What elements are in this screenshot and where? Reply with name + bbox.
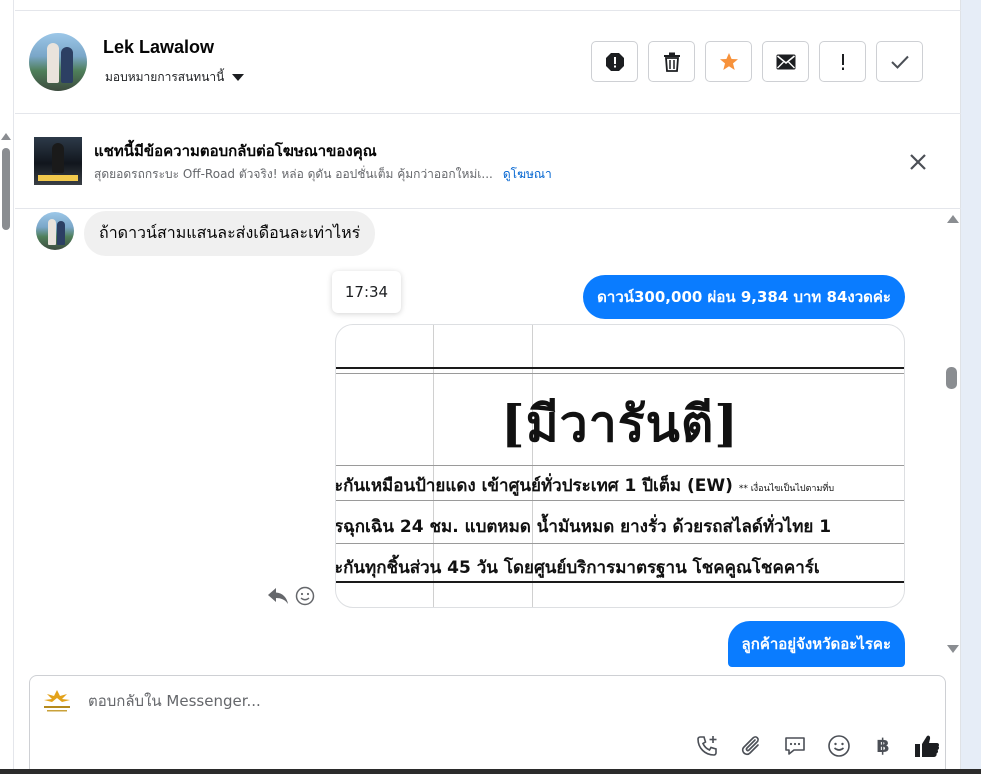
ad-thumbnail[interactable] — [34, 137, 82, 185]
action-toolbar — [591, 41, 923, 82]
image-text-line: ะกันเหมือนป้ายแดง เข้าศูนย์ทั่วประเทศ 1 … — [335, 472, 835, 499]
call-button[interactable] — [692, 732, 722, 760]
mark-unread-button[interactable] — [762, 41, 809, 82]
table-rule — [336, 465, 904, 466]
page-logo-icon — [44, 690, 70, 712]
view-ad-link[interactable]: ดูโฆษณา — [503, 167, 552, 181]
sender-avatar[interactable] — [36, 212, 74, 250]
conversation-header: Lek Lawalow มอบหมายการสนทนานี้ — [15, 10, 961, 114]
emoji-react-icon[interactable] — [295, 586, 315, 606]
exclamation-icon — [841, 53, 844, 70]
outgoing-message[interactable]: ดาวน์300,000 ผ่อน 9,384 บาท 84งวดค่ะ — [583, 275, 905, 319]
message-thread[interactable]: ถ้าดาวน์สามแสนละส่งเดือนละเท่าไหร่ 17:34… — [15, 209, 961, 667]
scrollbar-thumb[interactable] — [2, 148, 10, 230]
image-text-line-2: รฉุกเฉิน 24 ชม. แบตหมด น้ำมันหมด ยางรั่ว… — [335, 517, 832, 537]
left-scrollbar[interactable] — [0, 0, 14, 774]
ad-banner-title: แชทนี้มีข้อความตอบกลับต่อโฆษณาของคุณ — [94, 142, 377, 160]
like-button[interactable] — [912, 732, 942, 760]
baht-icon: ฿ — [876, 735, 890, 757]
image-heading: [มีวารันตี] — [501, 394, 739, 453]
assign-conversation-dropdown[interactable]: มอบหมายการสนทนานี้ — [105, 68, 245, 87]
table-divider — [433, 583, 434, 607]
reply-composer: ฿ — [29, 675, 946, 774]
image-text-note: ** เงื่อนไขเป็นไปตามที่บ — [738, 484, 835, 494]
scrollbar-thumb[interactable] — [946, 367, 957, 389]
phone-plus-icon — [697, 736, 717, 756]
assign-label: มอบหมายการสนทนานี้ — [105, 70, 225, 84]
envelope-icon — [776, 54, 795, 69]
contact-avatar[interactable] — [29, 33, 87, 91]
table-rule — [336, 581, 904, 583]
caret-down-icon — [232, 74, 245, 81]
alert-octagon-icon — [605, 52, 624, 71]
star-icon — [719, 52, 738, 70]
delete-button[interactable] — [648, 41, 695, 82]
table-rule — [336, 373, 904, 374]
smiley-icon — [828, 735, 850, 757]
message-actions — [267, 586, 315, 606]
ad-description-text: สุดยอดรถกระบะ Off-Road ตัวจริง! หล่อ ดุด… — [94, 167, 493, 181]
thumbs-up-icon — [915, 735, 940, 757]
inbox-conversation-panel: Lek Lawalow มอบหมายการสนทนานี้ แชทนี้มีข… — [0, 0, 981, 774]
incoming-message[interactable]: ถ้าดาวน์สามแสนละส่งเดือนละเท่าไหร่ — [84, 211, 376, 256]
paperclip-icon — [741, 736, 759, 756]
taskbar-edge — [0, 769, 981, 774]
reply-icon[interactable] — [267, 587, 289, 605]
emoji-button[interactable] — [824, 732, 854, 760]
contact-name[interactable]: Lek Lawalow — [103, 37, 214, 58]
table-rule — [336, 500, 904, 501]
outgoing-message[interactable]: ลูกค้าอยู่จังหวัดอะไรคะ — [727, 621, 905, 667]
outgoing-image-message[interactable]: [มีวารันตี] ะกันเหมือนป้ายแดง เข้าศูนย์ท… — [335, 324, 905, 608]
trash-icon — [663, 52, 680, 72]
thread-scrollbar[interactable] — [943, 209, 961, 667]
image-text-line-3: ะกันทุกชิ้นส่วน 45 วัน โดยศูนย์บริการมาต… — [335, 558, 820, 578]
right-panel-edge — [961, 0, 981, 774]
scroll-up-arrow-icon[interactable] — [947, 215, 959, 223]
ad-banner-description: สุดยอดรถกระบะ Off-Road ตัวจริง! หล่อ ดุด… — [94, 165, 552, 184]
check-icon — [890, 55, 909, 69]
reply-input[interactable] — [88, 692, 688, 710]
mark-done-button[interactable] — [876, 41, 923, 82]
composer-toolbar: ฿ — [692, 732, 942, 760]
attach-button[interactable] — [736, 732, 766, 760]
star-button[interactable] — [705, 41, 752, 82]
follow-up-button[interactable] — [819, 41, 866, 82]
table-rule — [336, 543, 904, 544]
spam-button[interactable] — [591, 41, 638, 82]
ad-reply-banner: แชทนี้มีข้อความตอบกลับต่อโฆษณาของคุณ สุด… — [15, 115, 961, 209]
timestamp-tooltip: 17:34 — [332, 271, 401, 313]
saved-reply-button[interactable] — [780, 732, 810, 760]
close-icon[interactable] — [907, 151, 929, 173]
table-rule — [336, 367, 904, 369]
payment-button[interactable]: ฿ — [868, 732, 898, 760]
scroll-up-arrow-icon[interactable] — [1, 133, 11, 140]
image-text-line-1: ะกันเหมือนป้ายแดง เข้าศูนย์ทั่วประเทศ 1 … — [335, 476, 733, 496]
table-divider — [532, 583, 533, 607]
chat-bubble-icon — [785, 737, 805, 755]
scroll-down-arrow-icon[interactable] — [947, 645, 959, 653]
